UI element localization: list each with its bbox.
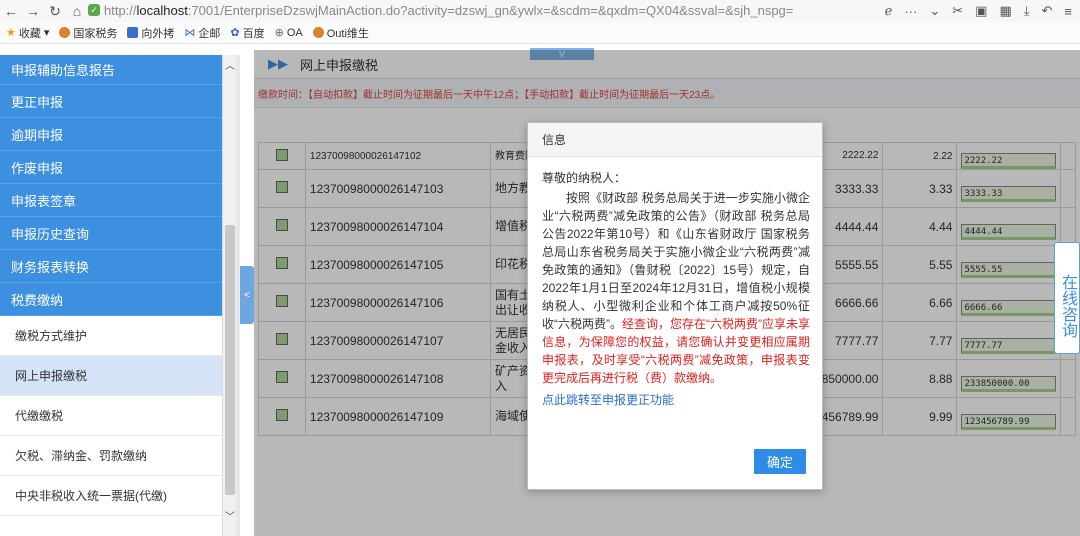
url-prefix: http://: [104, 2, 137, 18]
mail-icon: ⋈: [184, 27, 196, 39]
bookmark-tax[interactable]: 国家税务: [59, 25, 117, 41]
apps-icon[interactable]: ▦: [999, 3, 1011, 19]
go-to-correction-link[interactable]: 点此跳转至申报更正功能: [542, 391, 810, 409]
sidebar-item-void[interactable]: 作废申报: [0, 151, 222, 184]
undo-icon[interactable]: ↶: [1042, 3, 1053, 19]
tax-site-icon: [59, 27, 71, 38]
sidebar-item-report-convert[interactable]: 财务报表转换: [0, 250, 222, 283]
sidebar-subitem-central-nontax[interactable]: 中央非税收入统一票据(代缴): [0, 476, 222, 516]
dialog-title: 信息: [528, 123, 822, 157]
chevron-down-icon[interactable]: ⌄: [929, 3, 940, 19]
sidebar-scrollbar[interactable]: ︿ ﹀: [222, 55, 236, 536]
ie-mode-icon[interactable]: ℯ: [885, 3, 893, 19]
sidebar-subitem-arrears[interactable]: 欠税、滞纳金、罚款缴纳: [0, 436, 222, 476]
chevron-up-icon[interactable]: ︿: [223, 57, 237, 72]
forward-icon[interactable]: →: [22, 0, 44, 22]
dialog-message: 按照《财政部 税务总局关于进一步实施小微企业“六税两费”减免政策的公告》（财政部…: [542, 189, 810, 387]
browser-actions: ℯ ··· ⌄ ✂ ▣ ▦ ⤓ ↶ ≡: [885, 0, 1080, 22]
sidebar-item-signature[interactable]: 申报表签章: [0, 184, 222, 217]
browser-toolbar: ← → ↻ ⌂ ✓ http://localhost:7001/Enterpri…: [0, 0, 1080, 22]
sidebar-item-history[interactable]: 申报历史查询: [0, 217, 222, 250]
globe-icon: ⊕: [274, 27, 284, 39]
scrollbar-thumb[interactable]: [225, 225, 235, 495]
dialog-body: 尊敬的纳税人： 按照《财政部 税务总局关于进一步实施小微企业“六税两费”减免政策…: [528, 157, 822, 409]
sidebar-subitem-online-payment[interactable]: 网上申报缴税: [0, 356, 222, 396]
sidebar-subitem-agent-payment[interactable]: 代缴缴税: [0, 396, 222, 436]
site-icon: [127, 27, 139, 38]
address-bar[interactable]: ✓ http://localhost:7001/EnterpriseDzswjM…: [88, 0, 823, 20]
url-host: localhost: [136, 2, 188, 18]
download-icon[interactable]: ⤓: [1024, 3, 1030, 19]
star-icon: ★: [6, 27, 16, 39]
bookmark-baidu[interactable]: ✿ 百度: [230, 25, 264, 41]
bookmark-xiangwai[interactable]: 向外拷: [127, 25, 174, 41]
bookmark-outi[interactable]: Outi维生: [312, 25, 369, 41]
refresh-icon[interactable]: ↻: [44, 0, 66, 22]
extension-icon[interactable]: ▣: [975, 3, 987, 19]
sidebar-item-correction[interactable]: 更正申报: [0, 85, 222, 118]
sidebar-collapse-button[interactable]: <: [240, 266, 254, 324]
url-rest: :7001/EnterpriseDzswjMainAction.do?activ…: [187, 2, 794, 18]
baidu-icon: ✿: [230, 27, 240, 39]
back-icon[interactable]: ←: [0, 0, 22, 22]
info-dialog: 信息 尊敬的纳税人： 按照《财政部 税务总局关于进一步实施小微企业“六税两费”减…: [527, 122, 823, 490]
sidebar-item-tax-payment[interactable]: 税费缴纳: [0, 283, 222, 316]
confirm-button[interactable]: 确定: [754, 449, 806, 474]
sidebar: 申报辅助信息报告 更正申报 逾期申报 作废申报 申报表签章 申报历史查询 财务报…: [0, 55, 222, 536]
bookmark-mail[interactable]: ⋈ 企邮: [184, 25, 220, 41]
site-icon: [312, 27, 324, 38]
chevron-down-icon[interactable]: ﹀: [223, 508, 237, 523]
cut-icon[interactable]: ✂: [952, 3, 963, 19]
online-consult-button[interactable]: 在线咨询: [1054, 242, 1080, 354]
dialog-policy-text: 按照《财政部 税务总局关于进一步实施小微企业“六税两费”减免政策的公告》（财政部…: [542, 191, 810, 331]
bookmark-oa[interactable]: ⊕ OA: [274, 26, 303, 40]
secure-icon: ✓: [88, 4, 100, 16]
dialog-greeting: 尊敬的纳税人：: [542, 171, 627, 185]
bookmark-favorites[interactable]: ★ 收藏 ▾: [6, 25, 49, 41]
home-icon[interactable]: ⌂: [66, 0, 88, 22]
sidebar-item-overdue[interactable]: 逾期申报: [0, 118, 222, 151]
sidebar-subitem-payment-method[interactable]: 缴税方式维护: [0, 316, 222, 356]
menu-icon[interactable]: ≡: [1064, 4, 1072, 19]
bookmarks-bar: ★ 收藏 ▾ 国家税务 向外拷 ⋈ 企邮 ✿ 百度 ⊕ OA Outi维生: [0, 22, 1080, 44]
more-icon[interactable]: ···: [904, 4, 917, 19]
sidebar-item-auxiliary-report[interactable]: 申报辅助信息报告: [0, 55, 222, 85]
